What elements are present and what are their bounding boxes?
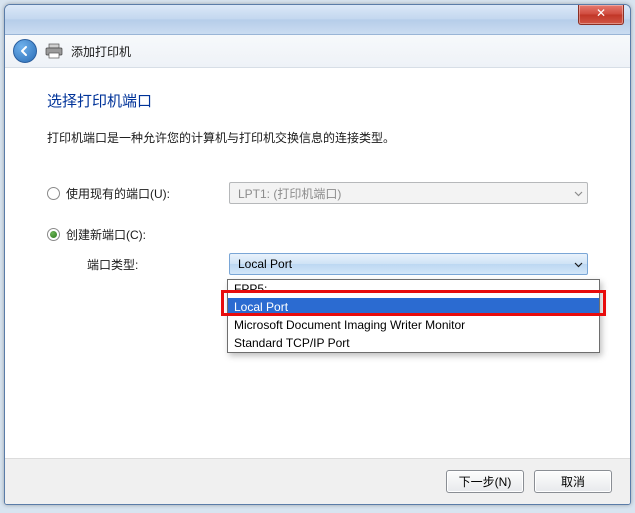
port-type-selected: Local Port bbox=[238, 257, 292, 271]
cancel-button[interactable]: 取消 bbox=[534, 470, 612, 493]
radio-icon bbox=[47, 187, 60, 200]
dropdown-option[interactable]: Local Port bbox=[228, 298, 599, 316]
existing-port-select: LPT1: (打印机端口) bbox=[229, 182, 588, 204]
close-button[interactable]: ✕ bbox=[578, 5, 624, 25]
new-port-row: 创建新端口(C): bbox=[47, 226, 588, 243]
header-title: 添加打印机 bbox=[71, 43, 131, 60]
content-area: 选择打印机端口 打印机端口是一种允许您的计算机与打印机交换信息的连接类型。 使用… bbox=[5, 68, 630, 458]
use-existing-port-label: 使用现有的端口(U): bbox=[66, 185, 170, 202]
back-button[interactable] bbox=[13, 39, 37, 63]
description-text: 打印机端口是一种允许您的计算机与打印机交换信息的连接类型。 bbox=[47, 129, 588, 146]
next-button[interactable]: 下一步(N) bbox=[446, 470, 524, 493]
footer-bar: 下一步(N) 取消 bbox=[5, 458, 630, 504]
chevron-down-icon bbox=[574, 260, 583, 269]
create-new-port-label: 创建新端口(C): bbox=[66, 226, 146, 243]
create-new-port-radio[interactable]: 创建新端口(C): bbox=[47, 226, 229, 243]
port-type-row: 端口类型: Local Port bbox=[47, 253, 588, 275]
port-type-select[interactable]: Local Port bbox=[229, 253, 588, 275]
dropdown-option[interactable]: Standard TCP/IP Port bbox=[228, 334, 599, 352]
page-title: 选择打印机端口 bbox=[47, 90, 588, 111]
existing-port-row: 使用现有的端口(U): LPT1: (打印机端口) bbox=[47, 182, 588, 204]
dropdown-option[interactable]: Microsoft Document Imaging Writer Monito… bbox=[228, 316, 599, 334]
header-bar: 添加打印机 bbox=[5, 35, 630, 68]
add-printer-dialog: ✕ 添加打印机 选择打印机端口 打印机端口是一种允许您的计算机与打印机交换信息的… bbox=[4, 4, 631, 505]
port-type-dropdown: FPP5:Local PortMicrosoft Document Imagin… bbox=[227, 279, 600, 353]
use-existing-port-radio[interactable]: 使用现有的端口(U): bbox=[47, 185, 229, 202]
printer-icon bbox=[45, 43, 63, 59]
existing-port-value: LPT1: (打印机端口) bbox=[238, 185, 341, 202]
radio-icon bbox=[47, 228, 60, 241]
titlebar[interactable]: ✕ bbox=[5, 5, 630, 35]
port-type-label: 端口类型: bbox=[47, 256, 229, 273]
chevron-down-icon bbox=[574, 189, 583, 198]
dropdown-option[interactable]: FPP5: bbox=[228, 280, 599, 298]
arrow-left-icon bbox=[19, 45, 31, 57]
